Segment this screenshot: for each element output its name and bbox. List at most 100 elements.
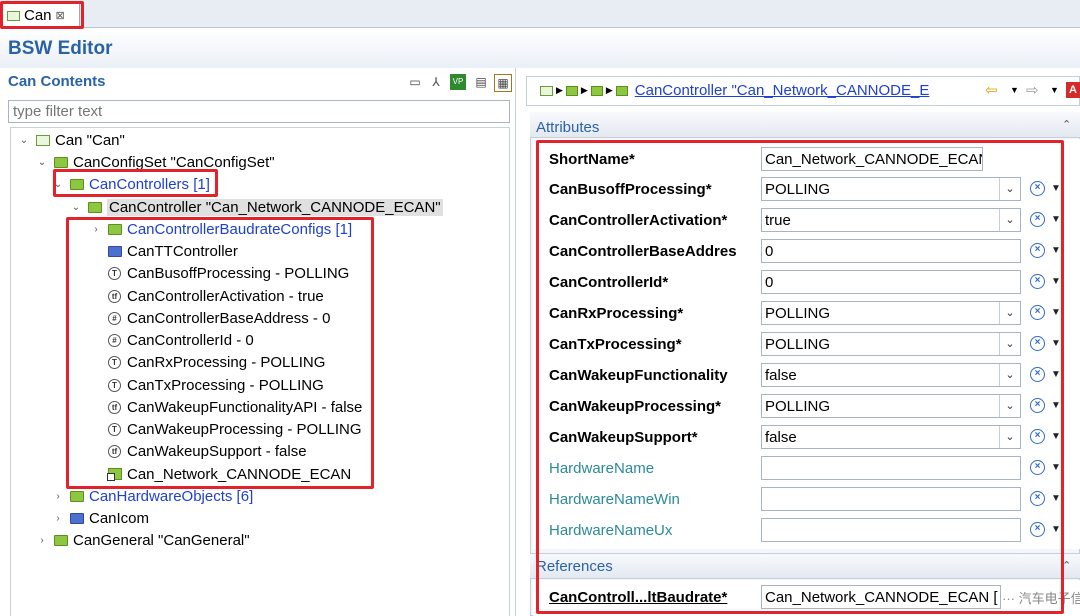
chevron-right-icon[interactable]: ▶ xyxy=(581,85,588,96)
field-combo[interactable]: POLLING ⌄ xyxy=(761,394,1021,418)
tab-can[interactable]: Can ⊠ xyxy=(2,3,80,27)
module-icon xyxy=(7,10,20,21)
field-menu-icon[interactable]: ▼ xyxy=(1051,276,1061,287)
field-input[interactable] xyxy=(761,456,1021,480)
field-menu-icon[interactable]: ▼ xyxy=(1051,431,1061,442)
field-menu-icon[interactable]: ▼ xyxy=(1051,524,1061,535)
field-menu-icon[interactable]: ▼ xyxy=(1051,369,1061,380)
reset-value-icon[interactable]: × xyxy=(1030,429,1045,444)
expand-open-icon[interactable]: ⌄ xyxy=(52,179,64,190)
chevron-down-icon[interactable]: ⌄ xyxy=(999,426,1020,448)
vp-res-icon[interactable]: VP xyxy=(450,74,466,90)
tree-item[interactable]: ⌄ CanControllers [1] xyxy=(52,173,210,195)
contents-title: Can Contents xyxy=(8,73,106,90)
field-combo[interactable]: POLLING ⌄ xyxy=(761,332,1021,356)
reset-value-icon[interactable]: × xyxy=(1030,212,1045,227)
collapse-section-icon[interactable]: ⌃ xyxy=(1062,118,1071,131)
chevron-down-icon[interactable]: ⌄ xyxy=(999,178,1020,200)
field-menu-icon[interactable]: ▼ xyxy=(1051,400,1061,411)
field-input[interactable]: 0 xyxy=(761,239,1021,263)
reset-value-icon[interactable]: × xyxy=(1030,491,1045,506)
field-combo[interactable]: POLLING ⌄ xyxy=(761,301,1021,325)
forward-dropdown-icon[interactable]: ▼ xyxy=(1050,85,1059,95)
field-label: CanRxProcessing* xyxy=(549,305,684,322)
field-input[interactable]: 0 xyxy=(761,270,1021,294)
tree-item[interactable]: Can_Network_CANNODE_ECAN xyxy=(90,463,351,485)
field-combo[interactable]: true ⌄ xyxy=(761,208,1021,232)
folder-icon[interactable] xyxy=(615,85,628,96)
tree-item[interactable]: › CanHardwareObjects [6] xyxy=(52,485,253,507)
tree-item[interactable]: T CanRxProcessing - POLLING xyxy=(90,351,325,373)
reset-value-icon[interactable]: × xyxy=(1030,367,1045,382)
chevron-down-icon[interactable]: ⌄ xyxy=(999,364,1020,386)
tree-item[interactable]: › CanGeneral "CanGeneral" xyxy=(36,529,249,551)
reset-value-icon[interactable]: × xyxy=(1030,305,1045,320)
close-tab-icon[interactable]: ⊠ xyxy=(56,9,65,22)
tree-item[interactable]: CanTTController xyxy=(90,240,238,262)
reset-value-icon[interactable]: × xyxy=(1030,522,1045,537)
filter-input[interactable] xyxy=(8,100,510,123)
back-dropdown-icon[interactable]: ▼ xyxy=(1010,85,1019,95)
tree-item[interactable]: ⌄ Can "Can" xyxy=(18,129,125,151)
reset-value-icon[interactable]: × xyxy=(1030,336,1045,351)
field-menu-icon[interactable]: ▼ xyxy=(1051,493,1061,504)
chevron-down-icon[interactable]: ⌄ xyxy=(999,395,1020,417)
hierarchy-icon[interactable]: ⅄ xyxy=(428,74,444,90)
collapse-section-icon[interactable]: ⌃ xyxy=(1062,559,1071,572)
reset-value-icon[interactable]: × xyxy=(1030,460,1045,475)
field-combo[interactable]: POLLING ⌄ xyxy=(761,177,1021,201)
validation-icon[interactable]: A xyxy=(1066,82,1080,98)
chevron-down-icon[interactable]: ⌄ xyxy=(999,333,1020,355)
expand-closed-icon[interactable]: › xyxy=(90,224,102,235)
field-menu-icon[interactable]: ▼ xyxy=(1051,338,1061,349)
reset-value-icon[interactable]: × xyxy=(1030,398,1045,413)
reset-value-icon[interactable]: × xyxy=(1030,274,1045,289)
expand-closed-icon[interactable]: › xyxy=(52,513,64,524)
back-icon[interactable]: ⇦ xyxy=(985,81,998,99)
reference-value[interactable]: Can_Network_CANNODE_ECAN [ xyxy=(761,585,1001,609)
collapse-all-icon[interactable]: ▭ xyxy=(407,74,423,90)
field-value: Can_Network_CANNODE_ECAN xyxy=(765,151,983,168)
table-icon[interactable]: ▦ xyxy=(494,74,512,92)
tree-item[interactable]: T CanBusoffProcessing - POLLING xyxy=(90,262,349,284)
tree-item[interactable]: # CanControllerId - 0 xyxy=(90,329,254,351)
attributes-header[interactable] xyxy=(530,112,1080,138)
expand-open-icon[interactable]: ⌄ xyxy=(70,202,82,213)
chevron-down-icon[interactable]: ⌄ xyxy=(999,302,1020,324)
expand-open-icon[interactable]: ⌄ xyxy=(36,157,48,168)
module-icon[interactable] xyxy=(540,85,553,96)
tree-item[interactable]: ⌄ CanConfigSet "CanConfigSet" xyxy=(36,151,275,173)
field-combo[interactable]: false ⌄ xyxy=(761,363,1021,387)
chevron-right-icon[interactable]: ▶ xyxy=(556,85,563,96)
field-input[interactable] xyxy=(761,518,1021,542)
field-menu-icon[interactable]: ▼ xyxy=(1051,462,1061,473)
reset-value-icon[interactable]: × xyxy=(1030,243,1045,258)
chevron-down-icon[interactable]: ⌄ xyxy=(999,209,1020,231)
field-menu-icon[interactable]: ▼ xyxy=(1051,183,1061,194)
expand-closed-icon[interactable]: › xyxy=(52,491,64,502)
tree-item[interactable]: # CanControllerBaseAddress - 0 xyxy=(90,307,330,329)
expand-closed-icon[interactable]: › xyxy=(36,535,48,546)
tree-item[interactable]: › CanIcom xyxy=(52,507,149,529)
field-combo[interactable]: false ⌄ xyxy=(761,425,1021,449)
chevron-right-icon[interactable]: ▶ xyxy=(606,85,613,96)
field-menu-icon[interactable]: ▼ xyxy=(1051,245,1061,256)
reset-value-icon[interactable]: × xyxy=(1030,181,1045,196)
forward-icon[interactable]: ⇨ xyxy=(1026,81,1039,99)
field-menu-icon[interactable]: ▼ xyxy=(1051,214,1061,225)
document-icon[interactable]: ▤ xyxy=(473,74,489,90)
breadcrumb-link[interactable]: CanController "Can_Network_CANNODE_E xyxy=(635,82,930,99)
field-menu-icon[interactable]: ▼ xyxy=(1051,307,1061,318)
field-input[interactable]: Can_Network_CANNODE_ECAN xyxy=(761,147,983,171)
expand-open-icon[interactable]: ⌄ xyxy=(18,135,30,146)
folder-icon[interactable] xyxy=(590,85,603,96)
tree-item[interactable]: tf CanWakeupSupport - false xyxy=(90,440,307,462)
tree-item[interactable]: tf CanWakeupFunctionalityAPI - false xyxy=(90,396,362,418)
tree-item[interactable]: ⌄ CanController "Can_Network_CANNODE_ECAN… xyxy=(70,196,443,218)
field-input[interactable] xyxy=(761,487,1021,511)
tree-item[interactable]: › CanControllerBaudrateConfigs [1] xyxy=(90,218,352,240)
tree-item[interactable]: T CanTxProcessing - POLLING xyxy=(90,374,324,396)
tree-item[interactable]: T CanWakeupProcessing - POLLING xyxy=(90,418,362,440)
folder-icon[interactable] xyxy=(565,85,578,96)
tree-item[interactable]: tf CanControllerActivation - true xyxy=(90,285,324,307)
